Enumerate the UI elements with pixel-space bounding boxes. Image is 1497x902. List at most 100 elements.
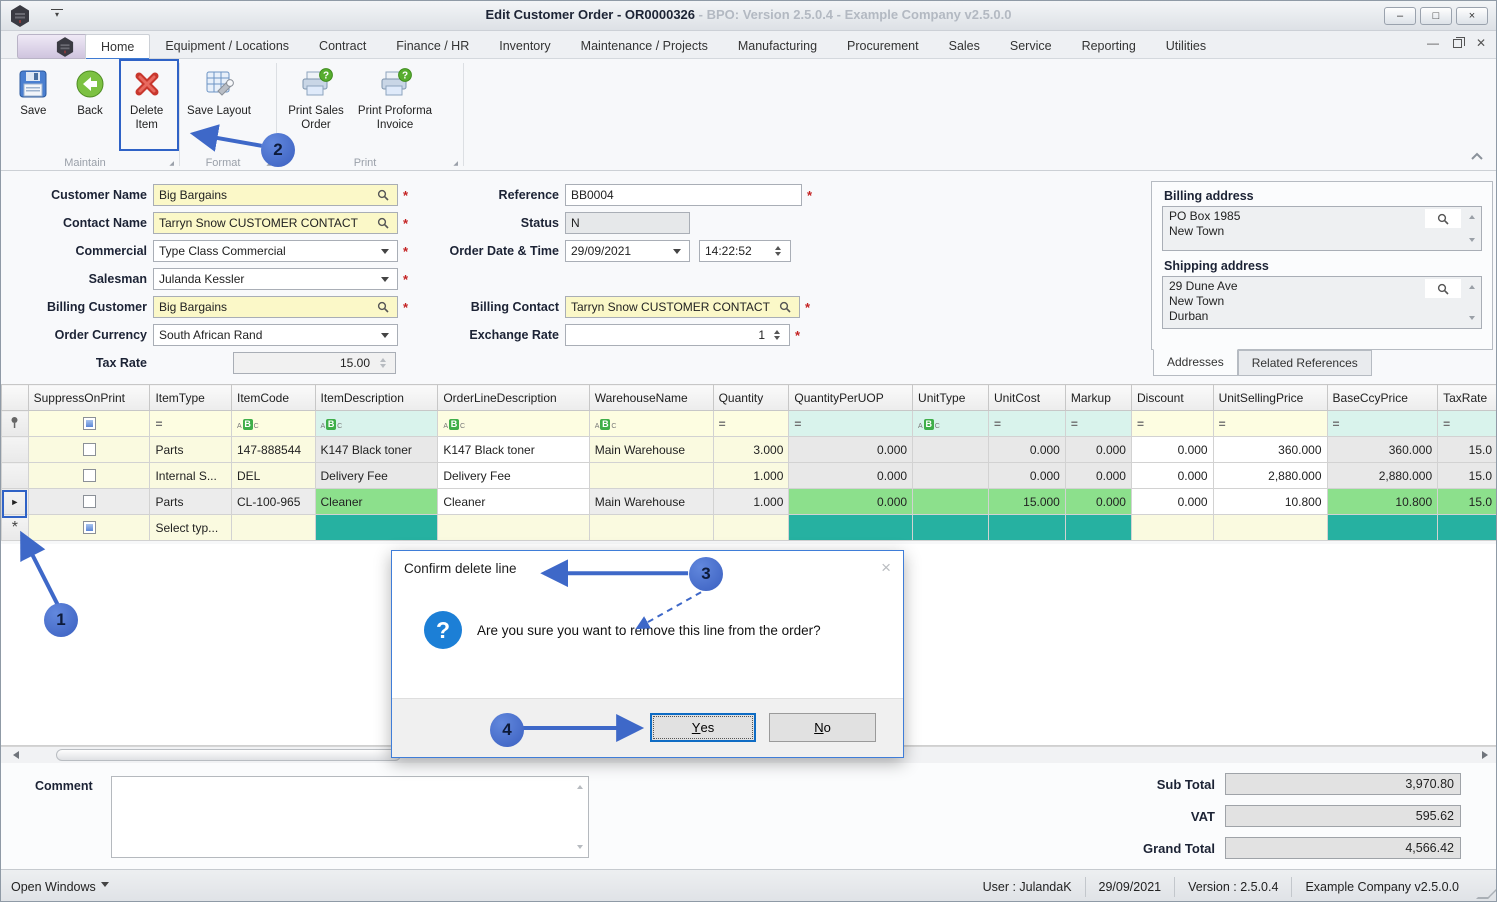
grid-cell-taxrate[interactable] bbox=[1437, 514, 1496, 541]
suppress-on-print-checkbox[interactable] bbox=[82, 495, 96, 508]
maximize-button[interactable]: □ bbox=[1420, 7, 1452, 25]
filter-cell-baseccyprice[interactable]: = bbox=[1326, 410, 1439, 437]
chevron-down-icon[interactable] bbox=[378, 329, 392, 342]
grid-cell-unittype[interactable] bbox=[912, 436, 990, 463]
spinner-icon[interactable] bbox=[376, 353, 390, 373]
print-proforma-invoice-button[interactable]: ? Print Proforma Invoice bbox=[351, 63, 439, 149]
dialog-launcher-icon[interactable]: ◢ bbox=[266, 160, 271, 167]
grid-cell-itemtype[interactable]: Parts bbox=[149, 436, 232, 463]
dialog-launcher-icon[interactable]: ◢ bbox=[169, 160, 174, 167]
filter-cell-quantity[interactable]: = bbox=[712, 410, 790, 437]
search-icon[interactable] bbox=[1425, 209, 1461, 228]
commercial-dropdown[interactable]: Type Class Commercial bbox=[153, 240, 398, 262]
tab-related-references[interactable]: Related References bbox=[1237, 350, 1372, 376]
search-icon[interactable] bbox=[374, 301, 392, 313]
grid-cell-markup[interactable] bbox=[1064, 514, 1132, 541]
grid-cell-discount[interactable]: 0.000 bbox=[1130, 462, 1214, 489]
grid-cell-quantityperuop[interactable]: 0.000 bbox=[788, 488, 914, 515]
column-header-unittype[interactable]: UnitType bbox=[912, 384, 990, 411]
collapse-ribbon-icon[interactable] bbox=[1470, 150, 1484, 164]
search-icon[interactable] bbox=[374, 189, 392, 201]
search-icon[interactable] bbox=[776, 301, 794, 313]
back-button[interactable]: Back bbox=[62, 63, 119, 149]
grid-cell-orderlinedescription[interactable]: K147 Black toner bbox=[437, 436, 590, 463]
grid-cell-itemdescription[interactable] bbox=[314, 514, 439, 541]
filter-cell-unitcost[interactable]: = bbox=[988, 410, 1066, 437]
search-icon[interactable] bbox=[1425, 279, 1461, 298]
equals-filter-icon[interactable]: = bbox=[1137, 417, 1144, 431]
row-indicator[interactable] bbox=[1, 462, 29, 489]
grid-cell-unittype[interactable] bbox=[912, 462, 990, 489]
customer-name-input[interactable]: Big Bargains bbox=[153, 184, 398, 206]
scrollbar[interactable] bbox=[1465, 209, 1479, 248]
grid-cell-itemtype[interactable]: Internal S... bbox=[149, 462, 232, 489]
grid-cell-markup[interactable]: 0.000 bbox=[1064, 462, 1132, 489]
delete-item-button[interactable]: Delete Item bbox=[118, 63, 175, 149]
order-date-dropdown[interactable]: 29/09/2021 bbox=[565, 240, 690, 262]
grid-cell-warehousename[interactable]: Main Warehouse bbox=[588, 436, 714, 463]
filter-cell-itemtype[interactable]: = bbox=[149, 410, 232, 437]
spinner-icon[interactable] bbox=[770, 325, 784, 345]
equals-filter-icon[interactable]: = bbox=[155, 417, 162, 431]
grid-cell-itemdescription[interactable]: Cleaner bbox=[314, 488, 439, 515]
ribbon-tab-maintenance-projects[interactable]: Maintenance / Projects bbox=[566, 34, 723, 59]
equals-filter-icon[interactable]: = bbox=[1071, 417, 1078, 431]
filter-cell-taxrate[interactable]: = bbox=[1437, 410, 1496, 437]
column-header-itemtype[interactable]: ItemType bbox=[149, 384, 232, 411]
filter-cell-unittype[interactable]: ABC bbox=[912, 410, 990, 437]
chevron-down-icon[interactable] bbox=[378, 273, 392, 286]
reference-input[interactable]: BB0004 bbox=[565, 184, 802, 206]
equals-filter-icon[interactable]: = bbox=[1443, 417, 1450, 431]
grid-cell-itemcode[interactable] bbox=[231, 514, 316, 541]
column-header-suppressonprint[interactable]: SuppressOnPrint bbox=[27, 384, 151, 411]
column-header-itemdescription[interactable]: ItemDescription bbox=[314, 384, 439, 411]
grid-cell-warehousename[interactable] bbox=[588, 462, 714, 489]
resize-grip[interactable] bbox=[1476, 887, 1496, 899]
ribbon-tab-sales[interactable]: Sales bbox=[934, 34, 995, 59]
column-header-orderlinedescription[interactable]: OrderLineDescription bbox=[437, 384, 590, 411]
grid-cell-unitcost[interactable]: 15.000 bbox=[988, 488, 1066, 515]
column-header-quantityperuop[interactable]: QuantityPerUOP bbox=[788, 384, 914, 411]
filter-cell-itemcode[interactable]: ABC bbox=[231, 410, 316, 437]
grid-cell-quantity[interactable]: 1.000 bbox=[712, 488, 790, 515]
ribbon-tab-utilities[interactable]: Utilities bbox=[1151, 34, 1221, 59]
grid-cell-quantityperuop[interactable]: 0.000 bbox=[788, 462, 914, 489]
abc-filter-icon[interactable]: ABC bbox=[595, 418, 616, 430]
billing-address-box[interactable]: PO Box 1985 New Town bbox=[1162, 206, 1482, 251]
no-button[interactable]: No bbox=[769, 713, 876, 742]
grid-cell-suppressonprint[interactable] bbox=[27, 514, 151, 541]
ribbon-close-icon[interactable]: ✕ bbox=[1476, 37, 1486, 49]
billing-customer-input[interactable]: Big Bargains bbox=[153, 296, 398, 318]
contact-name-input[interactable]: Tarryn Snow CUSTOMER CONTACT bbox=[153, 212, 398, 234]
grid-cell-quantity[interactable] bbox=[712, 514, 790, 541]
search-icon[interactable] bbox=[374, 217, 392, 229]
grid-cell-itemdescription[interactable]: K147 Black toner bbox=[314, 436, 439, 463]
grid-cell-itemtype[interactable]: Select typ... bbox=[149, 514, 232, 541]
grid-cell-discount[interactable]: 0.000 bbox=[1130, 488, 1214, 515]
comment-textarea[interactable] bbox=[112, 777, 588, 857]
row-indicator[interactable] bbox=[1, 436, 29, 463]
abc-filter-icon[interactable]: ABC bbox=[443, 418, 465, 430]
grid-cell-discount[interactable] bbox=[1130, 514, 1214, 541]
filter-cell-orderlinedescription[interactable]: ABC bbox=[437, 410, 590, 437]
grid-cell-itemtype[interactable]: Parts bbox=[149, 488, 232, 515]
column-header-warehousename[interactable]: WarehouseName bbox=[588, 384, 714, 411]
ribbon-tab-equipment-locations[interactable]: Equipment / Locations bbox=[150, 34, 304, 59]
equals-filter-icon[interactable]: = bbox=[794, 417, 801, 431]
grid-cell-unittype[interactable] bbox=[912, 488, 990, 515]
filter-cell-markup[interactable]: = bbox=[1064, 410, 1132, 437]
grid-cell-itemcode[interactable]: 147-888544 bbox=[231, 436, 316, 463]
grid-cell-baseccyprice[interactable]: 360.000 bbox=[1326, 436, 1439, 463]
checkbox-indeterminate[interactable] bbox=[82, 417, 96, 430]
ribbon-tab-contract[interactable]: Contract bbox=[304, 34, 381, 59]
scrollbar[interactable] bbox=[1465, 279, 1479, 326]
exchange-rate-input[interactable]: 1 bbox=[565, 324, 790, 346]
save-layout-button[interactable]: Save Layout bbox=[184, 63, 254, 149]
grid-cell-baseccyprice[interactable] bbox=[1326, 514, 1439, 541]
grid-cell-unitsellingprice[interactable] bbox=[1212, 514, 1328, 541]
grid-cell-warehousename[interactable] bbox=[588, 514, 714, 541]
open-windows-dropdown[interactable]: Open Windows bbox=[1, 880, 109, 894]
grid-cell-orderlinedescription[interactable]: Cleaner bbox=[437, 488, 590, 515]
grid-cell-quantityperuop[interactable]: 0.000 bbox=[788, 436, 914, 463]
grid-cell-markup[interactable]: 0.000 bbox=[1064, 488, 1132, 515]
